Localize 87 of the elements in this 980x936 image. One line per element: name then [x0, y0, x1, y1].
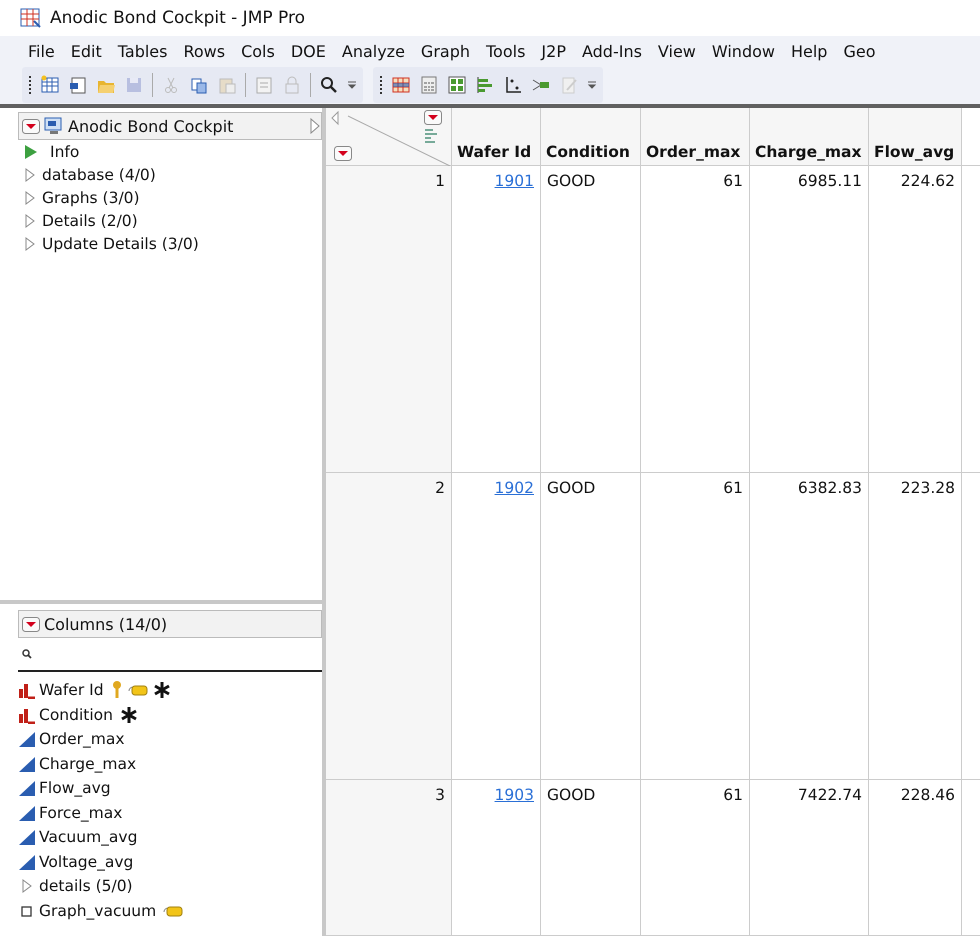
table-name: Anodic Bond Cockpit — [68, 116, 234, 136]
menu-item[interactable]: Tools — [486, 42, 534, 60]
group-item[interactable]: Details (2/0) — [42, 212, 138, 230]
grip-icon[interactable] — [379, 74, 383, 96]
grip-icon[interactable] — [28, 74, 32, 96]
table-cell: GOOD — [541, 473, 641, 780]
overflow-icon[interactable] — [587, 79, 597, 91]
column-header[interactable]: Charge_max — [750, 108, 869, 166]
continuous-triangle-icon — [18, 828, 36, 846]
menu-item[interactable]: File — [28, 42, 63, 60]
wafer-link[interactable]: 1902 — [494, 479, 534, 497]
disclosure-triangle-icon[interactable] — [24, 190, 36, 206]
overflow-icon[interactable] — [347, 79, 357, 91]
menu-item[interactable]: View — [658, 42, 704, 60]
disclosure-triangle-icon[interactable] — [24, 236, 36, 252]
search-icon — [22, 649, 32, 659]
table-cell: GOOD — [541, 166, 641, 473]
table-cell: 228.46 — [869, 780, 962, 936]
document-icon[interactable] — [68, 75, 88, 95]
menu-item[interactable]: Window — [712, 42, 783, 60]
menu-item[interactable]: Add-Ins — [582, 42, 650, 60]
menu-item[interactable]: Help — [790, 42, 836, 60]
menu-item[interactable]: Analyze — [342, 42, 413, 60]
table-cell: 61 — [641, 780, 750, 936]
table-cell: 6985.11 — [750, 166, 869, 473]
group-item[interactable]: details (5/0) — [39, 877, 133, 896]
continuous-triangle-icon — [18, 779, 36, 798]
table-cell: 61 — [641, 473, 750, 780]
computer-icon — [44, 117, 64, 135]
script-item[interactable]: Info — [50, 142, 80, 160]
column-item[interactable]: Order_max — [39, 730, 125, 748]
menu-item[interactable]: Rows — [183, 42, 234, 60]
disclosure-triangle-icon[interactable] — [24, 166, 36, 182]
table-icon[interactable] — [391, 75, 411, 95]
column-header[interactable]: Wafer Id — [452, 108, 541, 166]
column-item[interactable]: Graph_vacuum — [39, 902, 156, 920]
columns-menu-icon[interactable] — [424, 110, 442, 125]
window-title: Anodic Bond Cockpit - JMP Pro — [50, 8, 305, 28]
column-header[interactable]: Condition — [541, 108, 641, 166]
column-item[interactable]: Charge_max — [39, 754, 136, 773]
menu-dropdown-icon[interactable] — [22, 616, 40, 632]
table-cell: 223.28 — [869, 473, 962, 780]
wafer-link[interactable]: 1901 — [494, 172, 534, 190]
column-header[interactable]: Flow_avg — [869, 108, 962, 166]
column-item[interactable]: Flow_avg — [39, 779, 111, 798]
column-item[interactable]: Force_max — [39, 804, 122, 822]
group-item[interactable]: database (4/0) — [42, 166, 156, 184]
row-number[interactable]: 2 — [326, 473, 452, 780]
grid-icon[interactable] — [447, 75, 467, 95]
menu-item[interactable]: Cols — [241, 42, 283, 60]
table-cell: 6382.83 — [750, 473, 869, 780]
menu-item[interactable]: Graph — [420, 42, 478, 60]
nominal-bar-icon — [18, 681, 36, 700]
continuous-triangle-icon — [18, 852, 36, 871]
row-number[interactable]: 3 — [326, 780, 452, 936]
menu-item[interactable]: DOE — [290, 42, 334, 60]
table-cell: 61 — [641, 166, 750, 473]
column-item[interactable]: Vacuum_avg — [39, 828, 138, 846]
bar-chart-icon[interactable] — [475, 75, 495, 95]
group-item[interactable]: Update Details (3/0) — [42, 234, 199, 252]
menu-item[interactable]: Edit — [70, 42, 110, 60]
app-icon — [20, 7, 42, 29]
columns-count: Columns (14/0) — [44, 614, 168, 634]
calculator-icon[interactable] — [419, 75, 439, 95]
wafer-link[interactable]: 1903 — [494, 786, 534, 804]
rows-menu-icon[interactable] — [334, 146, 352, 161]
data-table-icon[interactable] — [40, 75, 60, 95]
collapse-arrow-icon[interactable] — [309, 117, 321, 135]
column-item[interactable]: Voltage_avg — [39, 852, 134, 871]
menu-dropdown-icon[interactable] — [22, 118, 40, 134]
row-number[interactable]: 1 — [326, 166, 452, 473]
continuous-triangle-icon — [18, 804, 36, 822]
table-cell: 224.62 — [869, 166, 962, 473]
menu-item[interactable]: Geo — [843, 42, 884, 60]
continuous-triangle-icon — [18, 754, 36, 773]
column-header[interactable]: Order_max — [641, 108, 750, 166]
column-item[interactable]: Wafer Id — [39, 681, 104, 700]
menu-item[interactable]: Tables — [118, 42, 176, 60]
table-cell: GOOD — [541, 780, 641, 936]
group-item[interactable]: Graphs (3/0) — [42, 188, 140, 206]
run-script-icon[interactable] — [24, 144, 38, 160]
search-icon[interactable] — [319, 75, 339, 95]
column-item[interactable]: Condition — [39, 706, 113, 724]
continuous-triangle-icon — [18, 730, 36, 748]
table-cell: 7422.74 — [750, 780, 869, 936]
menu-item[interactable]: J2P — [541, 42, 574, 60]
disclosure-triangle-icon[interactable] — [24, 212, 36, 228]
